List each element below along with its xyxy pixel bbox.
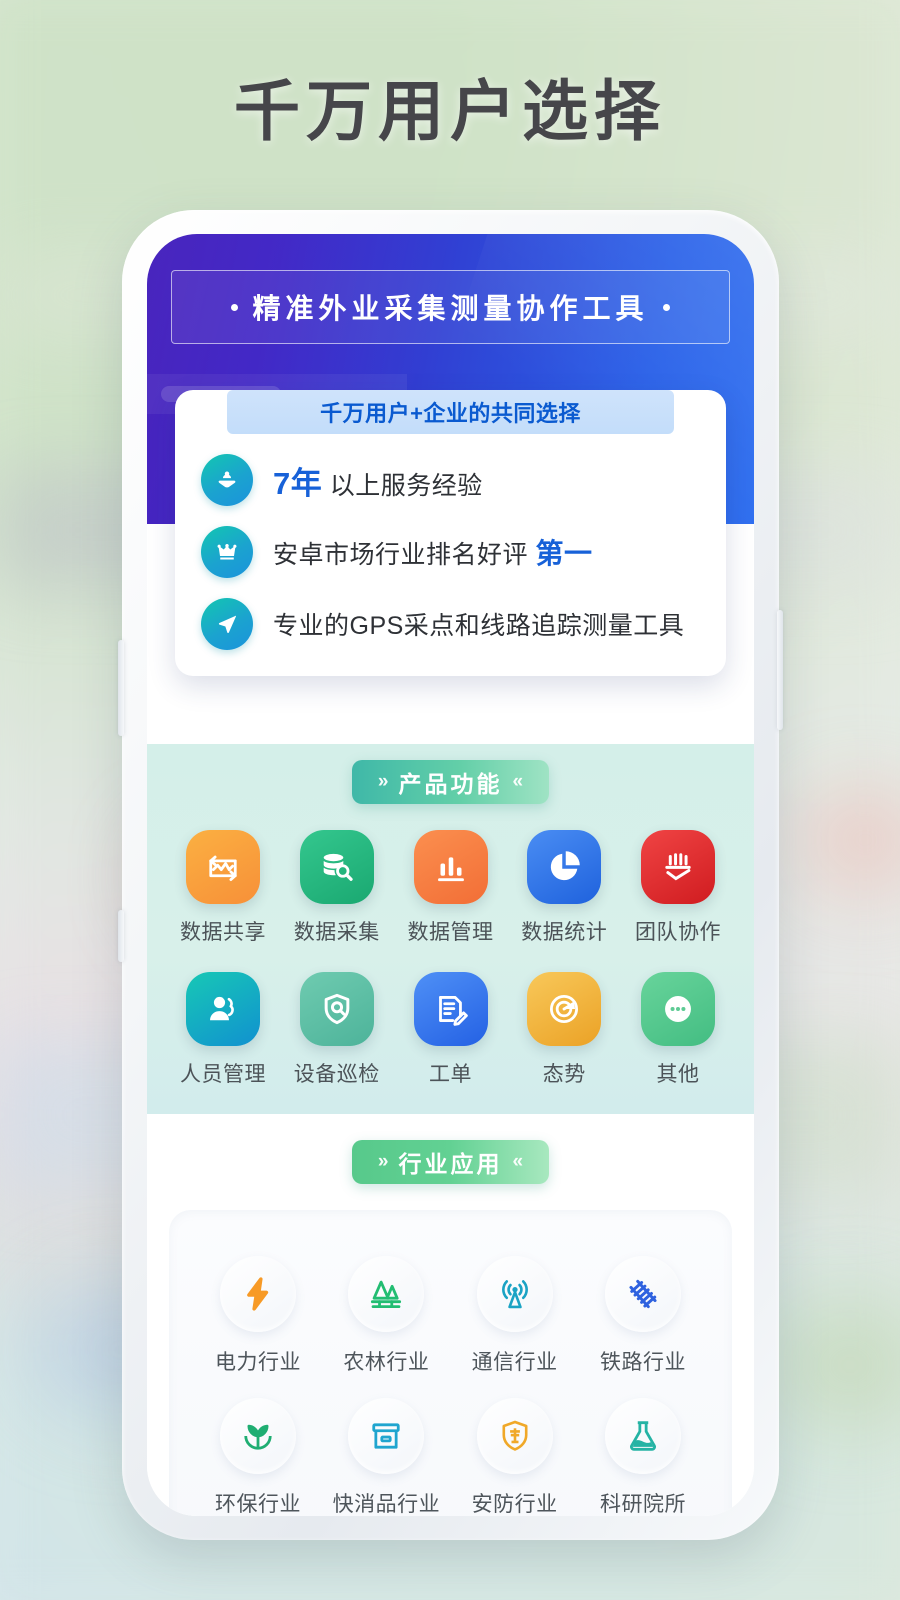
more-dots-icon bbox=[641, 972, 715, 1046]
hand-heart-icon bbox=[201, 454, 253, 506]
pie-chart-icon bbox=[527, 830, 602, 904]
product-item-situation[interactable]: 态势 bbox=[514, 972, 614, 1088]
industry-section: » 行业应用 « 电力行业 农林行业 通信行业 铁路行业 环保行业 快消品行业 … bbox=[147, 1114, 754, 1516]
chevron-left-double-icon: « bbox=[512, 771, 524, 792]
industry-label: 环保行业 bbox=[215, 1493, 301, 1516]
user-group-icon bbox=[186, 972, 260, 1046]
benefit-text-experience: 7年 以上服务经验 bbox=[273, 458, 483, 503]
product-item-data-collection[interactable]: 数据采集 bbox=[287, 830, 387, 946]
bar-chart-icon bbox=[413, 830, 488, 904]
chevron-right-double-icon: » bbox=[377, 1151, 389, 1172]
product-item-team-collab[interactable]: 团队协作 bbox=[628, 830, 728, 946]
product-label: 数据共享 bbox=[180, 921, 266, 944]
hero-dot-left bbox=[231, 303, 239, 311]
product-item-other[interactable]: 其他 bbox=[628, 972, 728, 1088]
product-label: 态势 bbox=[542, 1063, 586, 1086]
industry-item-research[interactable]: 科研院所 bbox=[588, 1398, 698, 1516]
product-item-data-statistics[interactable]: 数据统计 bbox=[514, 830, 614, 946]
product-section-pill: » 产品功能 « bbox=[351, 760, 550, 804]
phone-mockup: 精准外业采集测量协作工具 千万用户+企业的共同选择 7年 以上服务经验 安卓市场… bbox=[118, 210, 783, 1540]
industry-card: 电力行业 农林行业 通信行业 铁路行业 环保行业 快消品行业 安防行业 科研院所 bbox=[169, 1210, 732, 1516]
industry-label: 农林行业 bbox=[343, 1351, 430, 1374]
package-box-icon bbox=[348, 1398, 425, 1474]
industry-item-power[interactable]: 电力行业 bbox=[203, 1256, 313, 1376]
chevron-right-double-icon: » bbox=[377, 771, 389, 792]
product-label: 人员管理 bbox=[180, 1063, 266, 1086]
product-item-work-order[interactable]: 工单 bbox=[401, 972, 501, 1088]
crown-icon bbox=[201, 526, 253, 578]
industry-label: 通信行业 bbox=[471, 1351, 558, 1374]
security-shield-icon bbox=[476, 1398, 553, 1474]
industry-item-railway[interactable]: 铁路行业 bbox=[588, 1256, 698, 1376]
product-item-equipment-inspection[interactable]: 设备巡检 bbox=[287, 972, 387, 1088]
industry-item-environment[interactable]: 环保行业 bbox=[203, 1398, 313, 1516]
industry-section-pill: » 行业应用 « bbox=[351, 1140, 550, 1184]
product-label: 其他 bbox=[656, 1063, 700, 1086]
shield-search-icon bbox=[299, 972, 374, 1046]
benefit-card: 千万用户+企业的共同选择 7年 以上服务经验 安卓市场行业排名好评 第一 专业的… bbox=[175, 390, 726, 676]
product-functions-section: » 产品功能 « 数据共享 数据采集 数据管理 数据统计 团队协作 人员管理 设… bbox=[147, 744, 754, 1114]
product-row-1: 数据共享 数据采集 数据管理 数据统计 团队协作 bbox=[147, 804, 754, 946]
product-pill-wrap: » 产品功能 « bbox=[147, 760, 754, 804]
hero-dot-right bbox=[662, 303, 670, 311]
phone-screen: 精准外业采集测量协作工具 千万用户+企业的共同选择 7年 以上服务经验 安卓市场… bbox=[147, 234, 754, 1516]
phone-power-button[interactable] bbox=[777, 610, 783, 730]
product-label: 数据采集 bbox=[293, 921, 380, 944]
product-section-label: 产品功能 bbox=[398, 771, 503, 797]
product-label: 团队协作 bbox=[635, 921, 721, 944]
product-label: 工单 bbox=[429, 1063, 472, 1086]
hero-title-text: 精准外业采集测量协作工具 bbox=[252, 293, 649, 324]
product-item-personnel[interactable]: 人员管理 bbox=[173, 972, 273, 1088]
industry-label: 电力行业 bbox=[215, 1351, 301, 1374]
industry-item-telecom[interactable]: 通信行业 bbox=[460, 1256, 570, 1376]
product-item-data-share[interactable]: 数据共享 bbox=[173, 830, 273, 946]
page-title: 千万用户选择 bbox=[234, 74, 666, 148]
product-row-2: 人员管理 设备巡检 工单 态势 其他 bbox=[147, 946, 754, 1088]
benefit-card-header: 千万用户+企业的共同选择 bbox=[227, 390, 674, 434]
work-order-icon bbox=[413, 972, 488, 1046]
railway-track-icon bbox=[604, 1256, 681, 1332]
database-search-icon bbox=[299, 830, 374, 904]
industry-label: 快消品行业 bbox=[332, 1493, 441, 1516]
industry-label: 安防行业 bbox=[471, 1493, 558, 1516]
industry-item-agriculture-forestry[interactable]: 农林行业 bbox=[331, 1256, 441, 1376]
lab-flask-icon bbox=[604, 1398, 681, 1474]
forest-trees-icon bbox=[348, 1256, 425, 1332]
product-label: 数据统计 bbox=[521, 921, 608, 944]
team-collab-icon bbox=[641, 830, 715, 904]
eco-leaf-icon bbox=[220, 1398, 296, 1474]
benefit-text-ranking: 安卓市场行业排名好评 第一 bbox=[273, 532, 592, 572]
industry-label: 铁路行业 bbox=[599, 1351, 686, 1374]
product-label: 设备巡检 bbox=[293, 1063, 380, 1086]
industry-row-1: 电力行业 农林行业 通信行业 铁路行业 bbox=[169, 1234, 732, 1376]
benefit-row-experience: 7年 以上服务经验 bbox=[175, 434, 726, 506]
navigation-arrow-icon bbox=[201, 598, 253, 650]
data-share-icon bbox=[186, 830, 260, 904]
chevron-left-double-icon: « bbox=[512, 1151, 524, 1172]
industry-item-security[interactable]: 安防行业 bbox=[460, 1398, 570, 1516]
benefit-highlight-years: 7年 bbox=[273, 465, 323, 501]
benefit-row-gps: 专业的GPS采点和线路追踪测量工具 bbox=[175, 578, 726, 650]
hero-title-box: 精准外业采集测量协作工具 bbox=[171, 270, 730, 344]
radar-icon bbox=[527, 972, 602, 1046]
industry-section-label: 行业应用 bbox=[398, 1151, 503, 1177]
benefit-text-experience-rest: 以上服务经验 bbox=[322, 471, 483, 500]
product-label: 数据管理 bbox=[407, 921, 494, 944]
industry-row-2: 环保行业 快消品行业 安防行业 科研院所 bbox=[169, 1376, 732, 1516]
industry-label: 科研院所 bbox=[599, 1493, 686, 1516]
product-item-data-management[interactable]: 数据管理 bbox=[401, 830, 501, 946]
benefit-row-ranking: 安卓市场行业排名好评 第一 bbox=[175, 506, 726, 578]
industry-pill-wrap: » 行业应用 « bbox=[147, 1140, 754, 1184]
industry-item-fmcg[interactable]: 快消品行业 bbox=[331, 1398, 441, 1516]
benefit-text-gps: 专业的GPS采点和线路追踪测量工具 bbox=[273, 612, 685, 640]
lightning-bolt-icon bbox=[220, 1256, 296, 1332]
benefit-text-ranking-prefix: 安卓市场行业排名好评 bbox=[273, 541, 536, 569]
signal-tower-icon bbox=[476, 1256, 553, 1332]
benefit-highlight-first: 第一 bbox=[535, 538, 593, 569]
